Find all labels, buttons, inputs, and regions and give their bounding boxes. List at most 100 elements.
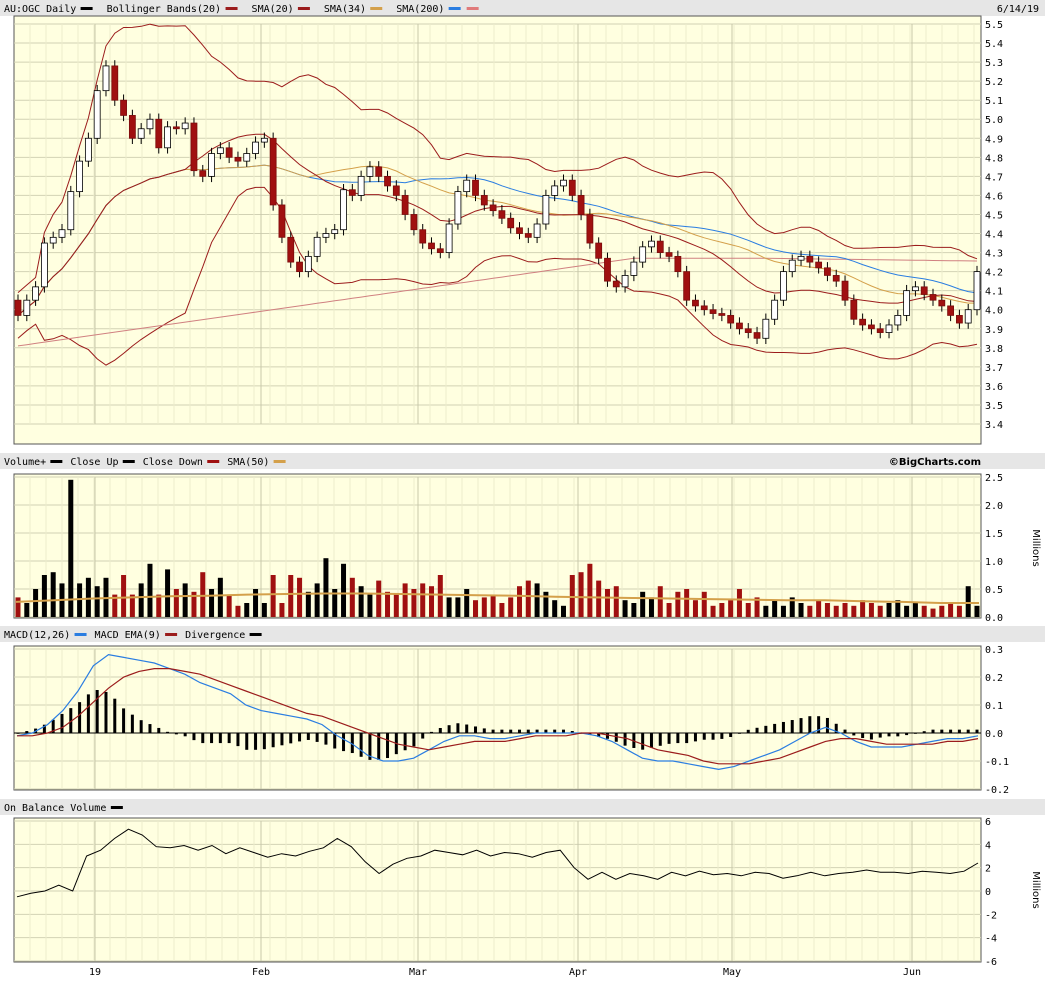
volume-bar: [710, 605, 716, 617]
candle-down: [859, 318, 867, 326]
candle-up: [216, 147, 224, 154]
macd-divergence-bar: [878, 733, 882, 738]
volume-bar: [886, 603, 892, 617]
volume-bar: [851, 605, 857, 617]
price-legend-swatch-3: [370, 7, 383, 10]
macd-tick-2: 0.1: [985, 701, 1003, 712]
volume-bar: [816, 600, 822, 617]
candle-down: [700, 305, 708, 311]
macd-divergence-bar: [315, 733, 319, 742]
macd-divergence-bar: [447, 725, 451, 733]
macd-divergence-bar: [412, 733, 416, 747]
volume-bar: [464, 589, 470, 617]
volume-bar: [77, 583, 83, 617]
candle-down: [806, 255, 814, 263]
obv-tick-2: 2: [985, 864, 991, 875]
volume-legend-swatch-3: [273, 460, 286, 463]
candle-up: [102, 65, 110, 92]
macd-divergence-bar: [474, 726, 478, 733]
price-tick-7: 4.8: [985, 153, 1003, 164]
volume-bar: [323, 558, 329, 617]
price-panel: AU:OGC Daily Bollinger Bands(20) SMA(20) SM…: [0, 0, 1045, 445]
macd-divergence-bar: [808, 716, 812, 733]
macd-legend: MACD(12,26) MACD EMA(9) Divergence: [4, 630, 262, 641]
macd-divergence-bar: [931, 729, 935, 733]
volume-bar: [560, 605, 566, 617]
price-legend-label-3: SMA(34): [324, 4, 366, 15]
macd-divergence-bar: [509, 729, 513, 733]
price-legend-label-1: Bollinger Bands(20): [107, 4, 221, 15]
macd-divergence-bar: [905, 733, 909, 736]
stock-chart: AU:OGC Daily Bollinger Bands(20) SMA(20) SM…: [0, 0, 1045, 978]
candle-up: [885, 324, 893, 333]
volume-bar: [297, 577, 303, 617]
volume-bar: [473, 600, 479, 617]
candle-down: [612, 280, 620, 288]
price-legend-swatch-1: [225, 7, 238, 10]
macd-divergence-bar: [517, 729, 521, 733]
volume-bar: [94, 586, 100, 617]
macd-tick-1: 0.2: [985, 673, 1003, 684]
x-axis-label-5: Jun: [903, 967, 921, 978]
volume-bar: [209, 589, 215, 617]
candle-up: [771, 299, 779, 320]
macd-divergence-bar: [623, 733, 627, 746]
candle-down: [516, 227, 523, 234]
x-axis-label-4: May: [723, 967, 741, 978]
volume-bar: [657, 586, 663, 617]
price-tick-1: 5.4: [985, 39, 1003, 50]
volume-bar: [508, 597, 514, 617]
volume-bar: [50, 572, 56, 617]
volume-bar: [666, 603, 672, 617]
volume-bar: [253, 589, 259, 617]
macd-divergence-bar: [781, 721, 785, 733]
candle-down: [498, 210, 506, 219]
macd-divergence-bar: [139, 720, 143, 733]
volume-bar: [455, 597, 461, 617]
candle-down: [111, 65, 119, 101]
volume-legend-label-3: SMA(50): [227, 457, 269, 468]
macd-divergence-bar: [729, 733, 733, 737]
candle-up: [903, 290, 911, 316]
macd-tick-5: -0.2: [985, 785, 1009, 796]
macd-divergence-bar: [113, 698, 117, 733]
volume-bar: [314, 583, 320, 617]
candle-down: [938, 299, 946, 307]
candle-down: [375, 166, 383, 177]
candle-down: [120, 99, 127, 116]
obv-panel-header: [0, 799, 1045, 815]
macd-divergence-bar: [799, 718, 803, 733]
macd-divergence-bar: [262, 733, 266, 750]
macd-divergence-bar: [482, 728, 486, 733]
price-tick-14: 4.1: [985, 287, 1003, 298]
macd-divergence-bar: [236, 733, 240, 747]
volume-bar: [367, 594, 373, 617]
price-tick-3: 5.2: [985, 77, 1003, 88]
price-tick-9: 4.6: [985, 191, 1003, 202]
candle-up: [560, 179, 567, 187]
volume-unit-label: Millions: [1030, 529, 1041, 566]
volume-tick-2: 1.5: [985, 529, 1003, 540]
candle-up: [164, 126, 171, 149]
price-plot-area: [13, 15, 982, 445]
price-axis-ticks: 5.5 5.4 5.3 5.2 5.1 5.0 4.9 4.8 4.7 4.6 4.5 4.4 4.3 4…: [985, 20, 1003, 431]
volume-bar: [868, 603, 874, 617]
candle-up: [331, 229, 339, 234]
macd-divergence-bar: [174, 733, 178, 735]
macd-plot-area: [13, 645, 982, 791]
volume-bar: [956, 605, 962, 617]
price-legend-swatch-2: [297, 7, 310, 10]
price-tick-21: 3.4: [985, 420, 1003, 431]
volume-bar: [261, 603, 267, 617]
candle-up: [973, 271, 981, 311]
volume-bar: [41, 575, 47, 617]
volume-bar: [24, 603, 30, 617]
candle-down: [824, 267, 831, 276]
bigcharts-credit: ©BigCharts.com: [889, 457, 981, 468]
macd-legend-swatch-2: [249, 633, 262, 636]
macd-divergence-bar: [122, 708, 126, 733]
macd-tick-0: 0.3: [985, 645, 1003, 656]
candle-up: [243, 153, 251, 162]
macd-divergence-bar: [526, 729, 530, 733]
candle-down: [604, 257, 611, 282]
